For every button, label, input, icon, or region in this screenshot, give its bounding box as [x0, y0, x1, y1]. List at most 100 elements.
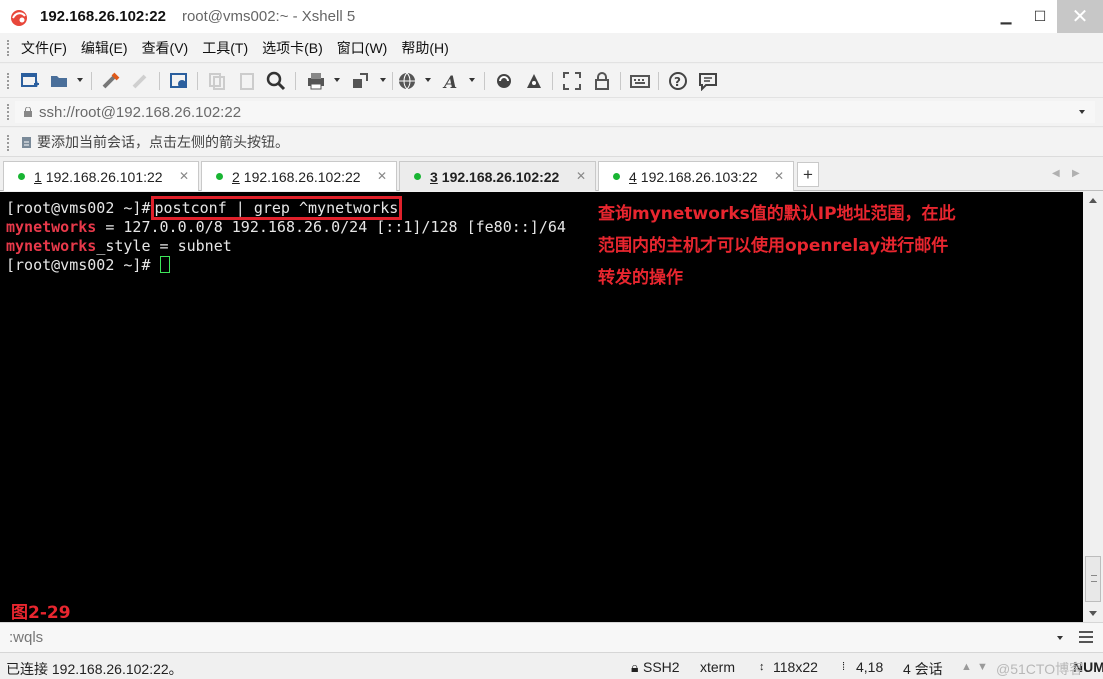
tab-session-3[interactable]: 3 192.168.26.102:22 ✕	[399, 161, 596, 191]
toolbar-separator	[552, 72, 553, 90]
tab-number: 4	[629, 168, 637, 185]
figure-label: 图2-29	[11, 603, 71, 623]
address-text: ssh://root@192.168.26.102:22	[39, 103, 242, 121]
keyboard-icon[interactable]	[630, 71, 650, 91]
close-tab-icon[interactable]: ✕	[377, 169, 387, 183]
fullscreen-icon[interactable]	[562, 71, 582, 91]
close-tab-icon[interactable]: ✕	[179, 169, 189, 183]
font-dropdown-icon[interactable]	[469, 78, 475, 82]
arrow-up-icon: ▲	[961, 661, 972, 673]
copy-icon[interactable]	[207, 71, 227, 91]
watermark: @51CTO博客	[996, 661, 1084, 677]
svg-text:?: ?	[674, 75, 681, 89]
close-tab-icon[interactable]: ✕	[576, 169, 586, 183]
menu-edit[interactable]: 编辑(E)	[81, 38, 128, 58]
toolbar-grip	[7, 73, 9, 89]
add-session-icon[interactable]	[21, 136, 32, 149]
tab-scroll-right-icon[interactable]: ▶	[1072, 168, 1080, 179]
xftp-icon[interactable]	[494, 71, 514, 91]
scroll-thumb[interactable]	[1085, 556, 1101, 602]
title-bar: 192.168.26.102:22 root@vms002:~ - Xshell…	[0, 0, 1103, 33]
connect-icon[interactable]	[101, 71, 121, 91]
terminal-area[interactable]: [root@vms002 ~]# postconf | grep ^mynetwo…	[0, 192, 1083, 623]
match-highlight: mynetworks	[6, 237, 97, 255]
close-button[interactable]: ✕	[1057, 0, 1103, 33]
disconnect-icon[interactable]	[131, 71, 151, 91]
find-icon[interactable]	[266, 71, 286, 91]
globe-icon[interactable]	[397, 71, 417, 91]
address-dropdown-icon[interactable]	[1079, 110, 1085, 114]
menu-tabs[interactable]: 选项卡(B)	[262, 38, 323, 58]
toolbar-separator	[620, 72, 621, 90]
menu-help[interactable]: 帮助(H)	[401, 38, 448, 58]
new-tab-button[interactable]: +	[797, 162, 819, 187]
terminal-scrollbar[interactable]	[1083, 192, 1103, 622]
minimize-button[interactable]: ▁	[989, 0, 1023, 33]
menu-bar: 文件(F) 编辑(E) 查看(V) 工具(T) 选项卡(B) 窗口(W) 帮助(…	[0, 33, 1103, 63]
tab-label: 192.168.26.102:22	[243, 168, 361, 185]
window-title-host: 192.168.26.102:22	[40, 8, 166, 25]
arrow-down-icon: ▼	[977, 661, 988, 673]
maximize-button[interactable]: ☐	[1023, 0, 1057, 33]
tab-number: 1	[34, 168, 42, 185]
xmanager-icon[interactable]	[524, 71, 544, 91]
terminal-line: mynetworks_style = subnet	[6, 237, 232, 256]
tab-session-2[interactable]: 2 192.168.26.102:22 ✕	[201, 161, 397, 191]
font-icon[interactable]: A	[442, 71, 462, 91]
tab-session-4[interactable]: 4 192.168.26.103:22 ✕	[598, 161, 794, 191]
toolbar-grip	[7, 104, 9, 120]
close-tab-icon[interactable]: ✕	[774, 169, 784, 183]
tab-bar: 1 192.168.26.101:22 ✕ 2 192.168.26.102:2…	[0, 158, 1103, 191]
menu-file[interactable]: 文件(F)	[21, 38, 67, 58]
terminal-cursor	[159, 256, 170, 273]
compose-input[interactable]: :wqls	[9, 629, 43, 646]
tab-scroll-left-icon[interactable]: ◀	[1052, 168, 1060, 179]
toolbar-grip	[7, 39, 9, 56]
xshell-logo-icon	[11, 9, 27, 26]
annotation-line: 转发的操作	[598, 268, 683, 288]
compose-menu-icon[interactable]	[1079, 631, 1093, 643]
toolbar-separator	[295, 72, 296, 90]
open-folder-icon[interactable]	[49, 71, 69, 91]
transfer-icon[interactable]	[350, 71, 370, 91]
toolbar-separator	[658, 72, 659, 90]
annotation-line: 范围内的主机才可以使用openrelay进行邮件	[598, 236, 949, 256]
print-dropdown-icon[interactable]	[334, 78, 340, 82]
new-session-icon[interactable]	[20, 71, 40, 91]
compose-bar[interactable]: :wqls	[0, 622, 1103, 652]
transfer-dropdown-icon[interactable]	[380, 78, 386, 82]
terminal-line: mynetworks = 127.0.0.0/8 192.168.26.0/24…	[6, 218, 566, 237]
menu-view[interactable]: 查看(V)	[142, 38, 189, 58]
session-count: 4 会话	[903, 661, 943, 677]
connected-icon	[414, 173, 421, 180]
window-controls: ▁ ☐ ✕	[989, 0, 1103, 33]
compose-dropdown-icon[interactable]	[1057, 636, 1063, 640]
scroll-down-icon[interactable]	[1089, 611, 1097, 616]
tab-label: 192.168.26.103:22	[640, 168, 758, 185]
print-icon[interactable]	[306, 71, 326, 91]
scroll-up-icon[interactable]	[1089, 198, 1097, 203]
connected-icon	[18, 173, 25, 180]
address-bar: ssh://root@192.168.26.102:22	[0, 98, 1103, 127]
resize-icon: ↕	[759, 661, 765, 673]
address-input[interactable]: ssh://root@192.168.26.102:22	[15, 101, 1095, 123]
open-dropdown-icon[interactable]	[77, 78, 83, 82]
toolbar-separator	[484, 72, 485, 90]
properties-icon[interactable]	[169, 71, 189, 91]
help-icon[interactable]: ?	[668, 71, 688, 91]
paste-icon[interactable]	[237, 71, 257, 91]
menu-tools[interactable]: 工具(T)	[202, 38, 248, 58]
toolbar-separator	[197, 72, 198, 90]
svg-text:A: A	[442, 73, 457, 91]
tab-session-1[interactable]: 1 192.168.26.101:22 ✕	[3, 161, 199, 191]
chat-icon[interactable]	[698, 71, 718, 91]
toolbar-separator	[159, 72, 160, 90]
terminal-type: xterm	[700, 659, 735, 675]
lock-icon[interactable]	[592, 71, 612, 91]
hint-text: 要添加当前会话，点击左侧的箭头按钮。	[37, 134, 289, 150]
menu-window[interactable]: 窗口(W)	[337, 38, 388, 58]
lock-icon: 🔒︎	[631, 659, 639, 675]
tab-number: 2	[232, 168, 240, 185]
globe-dropdown-icon[interactable]	[425, 78, 431, 82]
annotation-line: 查询mynetworks值的默认IP地址范围，在此	[598, 204, 956, 224]
